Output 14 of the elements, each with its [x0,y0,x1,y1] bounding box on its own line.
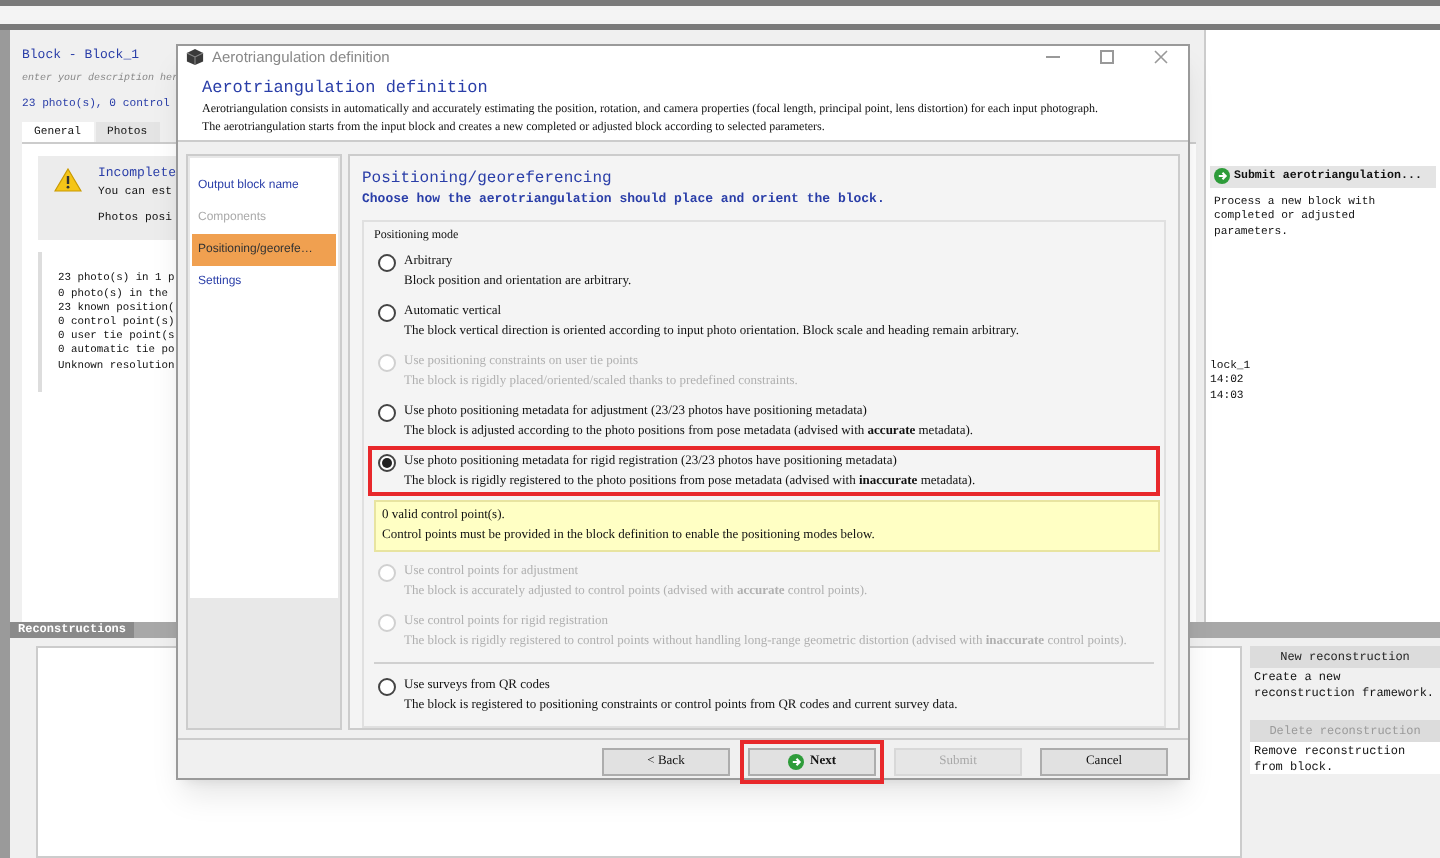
section-heading: Positioning/georeferencing [362,168,614,191]
arrow-circle-icon [788,754,804,771]
radio-button[interactable] [378,678,396,697]
radio-button[interactable] [378,404,396,423]
warning-icon [54,168,82,193]
cube-icon [186,48,204,67]
minimize-icon[interactable] [1046,56,1060,59]
maximize-icon[interactable] [1100,50,1114,65]
radio-button[interactable] [378,454,396,473]
dialog-title: Aerotriangulation definition [202,76,490,101]
arrow-circle-icon [1214,168,1230,185]
close-icon[interactable] [1154,50,1168,65]
radio-button[interactable] [378,304,396,323]
radio-button[interactable] [378,254,396,273]
